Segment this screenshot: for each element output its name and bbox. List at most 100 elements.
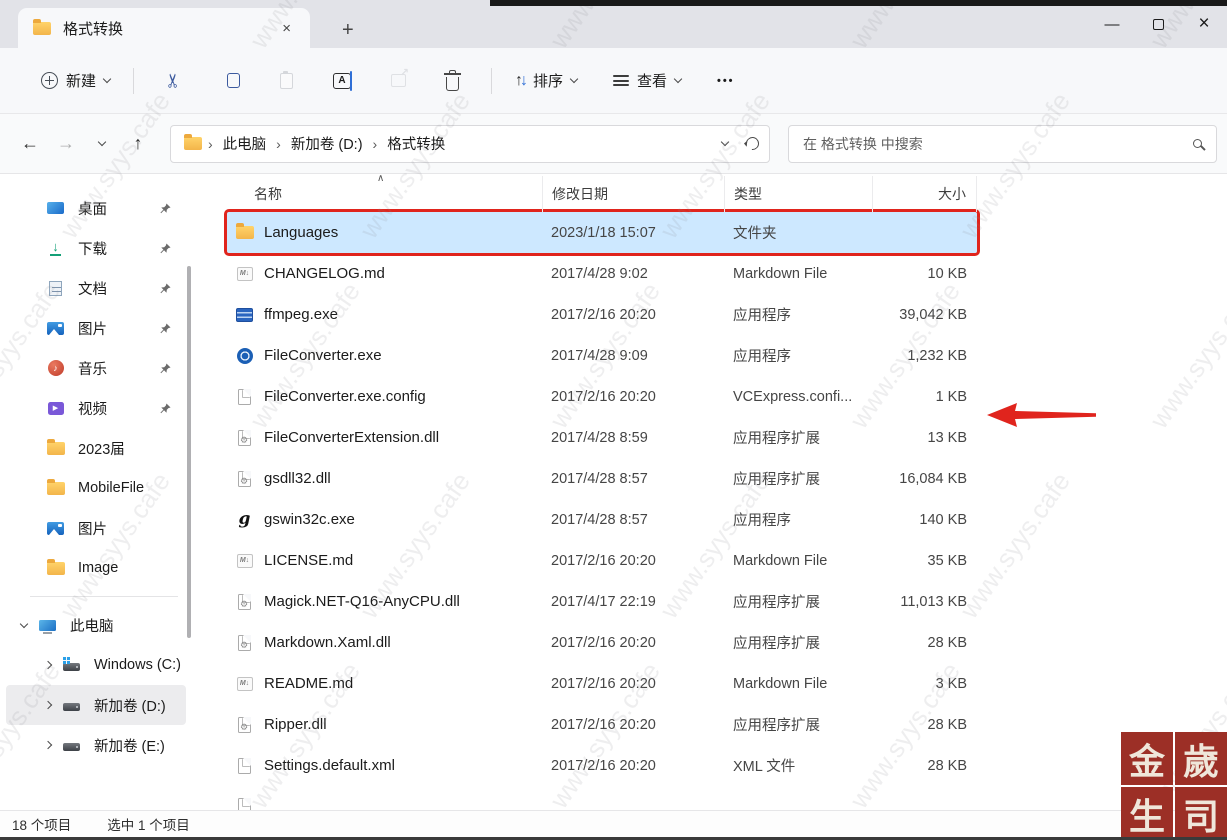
- desktop-icon: [46, 199, 65, 218]
- file-type: Markdown File: [733, 265, 828, 282]
- new-tab-button[interactable]: +: [332, 19, 364, 48]
- file-row[interactable]: Settings.default.xml 2017/2/16 20:20 XML…: [227, 745, 977, 786]
- expander-icon[interactable]: [43, 740, 53, 750]
- file-icon: [235, 387, 254, 406]
- column-header-date[interactable]: 修改日期: [542, 176, 724, 212]
- sidebar-item-download[interactable]: ↓ 下载: [6, 228, 186, 268]
- sidebar-item-pictures[interactable]: 图片: [6, 508, 186, 548]
- file-date: 2017/2/16 20:20: [551, 757, 656, 774]
- file-type: 应用程序: [733, 513, 791, 529]
- file-name: Languages: [264, 224, 339, 241]
- sidebar-item-pictures[interactable]: 图片: [6, 308, 186, 348]
- file-type: 应用程序扩展: [733, 431, 820, 447]
- file-date: 2017/2/16 20:20: [551, 716, 656, 733]
- file-row[interactable]: M↓ CHANGELOG.md 2017/4/28 9:02 Markdown …: [227, 253, 977, 294]
- delete-button[interactable]: [435, 62, 470, 100]
- file-row[interactable]: FileConverter.exe 2017/4/28 9:09 应用程序 1,…: [227, 335, 977, 376]
- file-row[interactable]: ffmpeg.exe 2017/2/16 20:20 应用程序 39,042 K…: [227, 294, 977, 335]
- file-icon: [235, 428, 254, 447]
- expander-icon[interactable]: [19, 619, 29, 628]
- file-icon: [235, 592, 254, 611]
- file-row[interactable]: M↓ LICENSE.md 2017/2/16 20:20 Markdown F…: [227, 540, 977, 581]
- trash-icon: [443, 69, 461, 91]
- file-row[interactable]: Ripper.dll 2017/2/16 20:20 应用程序扩展 28 KB: [227, 704, 977, 745]
- file-row[interactable]: gsdll32.dll 2017/4/28 8:57 应用程序扩展 16,084…: [227, 458, 977, 499]
- file-type: 应用程序: [733, 349, 791, 365]
- view-button[interactable]: 查看: [602, 61, 692, 100]
- tab-format-conversion[interactable]: 格式转换 ×: [18, 8, 310, 48]
- history-dropdown-button[interactable]: [84, 127, 120, 161]
- paste-button[interactable]: [269, 64, 304, 98]
- column-header-size[interactable]: 大小: [872, 176, 977, 212]
- file-name: Settings.default.xml: [264, 757, 395, 774]
- column-header-type[interactable]: 类型: [724, 176, 872, 212]
- sidebar-divider: [30, 596, 178, 597]
- breadcrumb[interactable]: › 此电脑 › 新加卷 (D:) › 格式转换: [170, 124, 770, 163]
- copy-button[interactable]: [211, 64, 251, 97]
- tab-close-icon[interactable]: ×: [275, 18, 298, 39]
- file-type: Markdown File: [733, 552, 828, 569]
- refresh-icon[interactable]: [743, 134, 762, 153]
- chevron-down-icon: [569, 74, 579, 84]
- column-header-name[interactable]: 名称 ∧: [227, 173, 542, 212]
- file-row[interactable]: g gswin32c.exe 2017/4/28 8:57 应用程序 140 K…: [227, 499, 977, 540]
- tree-item--d-[interactable]: 新加卷 (D:): [6, 685, 186, 725]
- sidebar-item-document[interactable]: 文档: [6, 268, 186, 308]
- file-row-partial[interactable]: [227, 796, 1227, 810]
- file-name: Magick.NET-Q16-AnyCPU.dll: [264, 593, 460, 610]
- file-size: 140 KB: [919, 511, 967, 528]
- file-date: 2017/4/28 8:57: [551, 470, 648, 487]
- search-input[interactable]: 在 格式转换 中搜索: [788, 124, 1217, 163]
- breadcrumb-current-folder[interactable]: 格式转换: [383, 130, 449, 157]
- tree-item-windows-c-[interactable]: Windows (C:): [6, 645, 186, 685]
- sidebar-scrollbar[interactable]: [187, 266, 191, 638]
- sidebar-item-videos[interactable]: ▶ 视频: [6, 388, 186, 428]
- music-icon: ♪: [46, 359, 65, 378]
- sidebar-item-folder[interactable]: 2023届: [6, 428, 186, 468]
- file-size: 1,232 KB: [907, 347, 967, 364]
- pin-icon: [160, 282, 171, 293]
- breadcrumb-this-pc[interactable]: 此电脑: [219, 130, 271, 157]
- share-button[interactable]: [380, 65, 417, 96]
- file-name: LICENSE.md: [264, 552, 354, 569]
- file-date: 2017/4/28 9:09: [551, 347, 648, 364]
- tab-title: 格式转换: [63, 20, 124, 38]
- rename-button[interactable]: A: [322, 64, 362, 98]
- file-icon: M↓: [235, 551, 254, 570]
- maximize-button[interactable]: [1135, 6, 1181, 42]
- sidebar-item-folder[interactable]: MobileFile: [6, 468, 186, 508]
- cut-button[interactable]: ✂: [155, 62, 193, 99]
- file-row[interactable]: FileConverterExtension.dll 2017/4/28 8:5…: [227, 417, 977, 458]
- file-size: 16,084 KB: [899, 470, 967, 487]
- expander-icon[interactable]: [43, 700, 53, 710]
- up-button[interactable]: ↑: [120, 127, 156, 161]
- close-button[interactable]: ×: [1181, 6, 1227, 42]
- address-dropdown-icon[interactable]: [720, 137, 730, 147]
- new-button[interactable]: 新建: [30, 61, 121, 100]
- sort-button[interactable]: ↑↓ 排序: [504, 61, 588, 100]
- view-icon: [612, 74, 629, 87]
- file-row[interactable]: Magick.NET-Q16-AnyCPU.dll 2017/4/17 22:1…: [227, 581, 977, 622]
- rename-icon: A: [332, 70, 352, 91]
- sidebar-item-music[interactable]: ♪ 音乐: [6, 348, 186, 388]
- sidebar-item-folder[interactable]: Image: [6, 548, 186, 588]
- file-row[interactable]: FileConverter.exe.config 2017/2/16 20:20…: [227, 376, 977, 417]
- window-controls: — ×: [1089, 6, 1227, 42]
- file-type: 应用程序扩展: [733, 595, 820, 611]
- chevron-down-icon: [673, 74, 683, 84]
- file-icon: [235, 715, 254, 734]
- file-row-selected[interactable]: Languages 2023/1/18 15:07 文件夹: [224, 209, 980, 256]
- file-row[interactable]: M↓ README.md 2017/2/16 20:20 Markdown Fi…: [227, 663, 977, 704]
- file-type: XML 文件: [733, 759, 796, 775]
- file-row[interactable]: Markdown.Xaml.dll 2017/2/16 20:20 应用程序扩展…: [227, 622, 977, 663]
- back-button[interactable]: ←: [12, 127, 48, 161]
- expander-icon[interactable]: [43, 660, 53, 670]
- more-options-button[interactable]: •••: [706, 66, 746, 96]
- minimize-button[interactable]: —: [1089, 6, 1135, 42]
- tree-item--[interactable]: 此电脑: [6, 605, 186, 645]
- forward-button[interactable]: →: [48, 127, 84, 161]
- breadcrumb-drive-d[interactable]: 新加卷 (D:): [287, 130, 367, 157]
- sidebar-item-desktop[interactable]: 桌面: [6, 188, 186, 228]
- tree-item--e-[interactable]: 新加卷 (E:): [6, 725, 186, 765]
- file-name: CHANGELOG.md: [264, 265, 385, 282]
